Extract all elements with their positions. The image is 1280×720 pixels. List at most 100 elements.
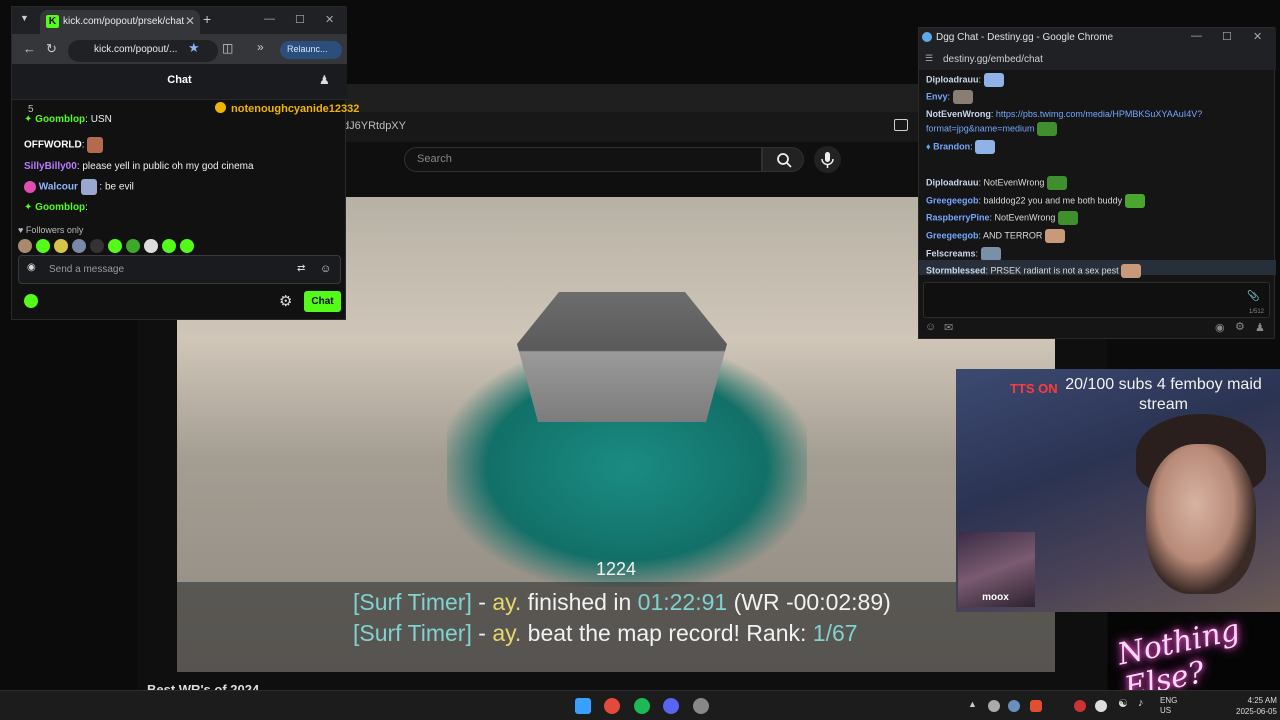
emote-icon[interactable] <box>162 239 176 253</box>
taskbar: ▲ ☯ ♪ ENG US 4:25 AM 2025-06-05 <box>0 690 1280 720</box>
chat-input-placeholder: Send a message <box>49 264 125 275</box>
chat-username[interactable]: OFFWORLD <box>24 140 82 151</box>
chat-message: OFFWORLD: <box>24 137 104 153</box>
emote-icon[interactable] <box>144 239 158 253</box>
dgg-app-icon <box>922 32 932 42</box>
emote-icon[interactable] <box>72 239 86 253</box>
dgg-message: Greegeegob: balddog22 you and me both bu… <box>926 194 1145 208</box>
emote-icon <box>1124 194 1145 208</box>
microphone-icon[interactable]: ☯ <box>1118 697 1128 710</box>
followers-only-notice: ♥ Followers only <box>18 225 84 235</box>
webcam-overlay: TTS ON 20/100 subs 4 femboy maid stream … <box>956 369 1280 612</box>
dgg-username[interactable]: Stormblessed <box>926 265 986 275</box>
search-icon <box>777 153 792 168</box>
tray-chrome-icon[interactable] <box>988 700 1000 712</box>
attach-icon[interactable]: 📎 <box>1247 291 1259 302</box>
dgg-username[interactable]: Greegeegob <box>926 195 979 205</box>
start-icon[interactable] <box>575 698 591 714</box>
extensions-icon[interactable]: ◫ <box>222 41 233 55</box>
emote-icon <box>1121 264 1142 278</box>
dgg-message: Diploadrauu: <box>926 73 1004 87</box>
mic-button[interactable] <box>814 146 841 173</box>
eye-icon[interactable]: ◉ <box>1215 321 1225 334</box>
minimize-icon[interactable]: — <box>264 13 275 25</box>
kick-logo-icon[interactable] <box>24 294 38 308</box>
dgg-message: ♦ Brandon: <box>926 140 996 154</box>
taskbar-clock[interactable]: 4:25 AM 2025-06-05 <box>1236 695 1277 717</box>
emote-icon[interactable] <box>54 239 68 253</box>
gear-icon[interactable]: ⚙ <box>1235 320 1245 333</box>
site-info-icon[interactable]: ☰ <box>925 53 933 64</box>
close-window-icon[interactable]: ✕ <box>325 13 334 26</box>
dgg-message: Diploadrauu: NotEvenWrong <box>926 176 1067 190</box>
chat-username[interactable]: Walcour <box>39 182 78 193</box>
emote-icon <box>1046 176 1067 190</box>
reload-icon[interactable]: ↻ <box>46 41 57 57</box>
chevron-up-icon[interactable]: ▲ <box>968 699 977 709</box>
new-tab-icon[interactable]: + <box>203 11 211 27</box>
speaker-icon[interactable]: ♪ <box>1138 697 1144 709</box>
emote-icon[interactable] <box>108 239 122 253</box>
relaunch-button[interactable]: Relaunc... <box>280 41 342 59</box>
spotify-icon[interactable] <box>634 698 650 714</box>
emoji-icon[interactable]: ☺ <box>925 321 936 333</box>
dgg-username[interactable]: Brandon <box>933 141 970 151</box>
dgg-username[interactable]: Greegeegob <box>926 230 979 240</box>
kick-chat-window: ▼ K kick.com/popout/prsek/chat ✕ + — ☐ ✕… <box>11 6 359 320</box>
emote-icon[interactable] <box>18 239 32 253</box>
obs-icon[interactable] <box>693 698 709 714</box>
back-arrow-icon[interactable]: ← <box>23 41 36 56</box>
chat-username[interactable]: SillyBilly00 <box>24 161 77 172</box>
dgg-message: RaspberryPine: NotEvenWrong <box>926 211 1078 225</box>
video-search-input[interactable]: Search <box>404 147 762 172</box>
dgg-message: Envy: <box>926 90 973 104</box>
dgg-link[interactable]: https://pbs.twimg.com/media/HPMBKSuXYAAu… <box>996 109 1202 119</box>
emote-icon[interactable] <box>90 239 104 253</box>
users-icon[interactable]: ♟ <box>319 73 330 87</box>
tab-search-dropdown-icon[interactable]: ▼ <box>20 13 29 23</box>
maximize-icon[interactable]: ☐ <box>295 13 305 26</box>
dgg-link[interactable]: format=jpg&name=medium <box>926 123 1035 133</box>
discord-icon[interactable] <box>663 698 679 714</box>
dgg-username[interactable]: Diploadrauu <box>926 177 979 187</box>
kick-browser-tab[interactable]: K kick.com/popout/prsek/chat ✕ <box>40 10 200 34</box>
bookmark-star-icon[interactable]: ★ <box>188 40 200 56</box>
minimize-icon[interactable]: — <box>1191 30 1202 42</box>
more-tools-icon[interactable]: » <box>257 40 264 54</box>
maximize-icon[interactable]: ☐ <box>1222 30 1232 43</box>
chat-username[interactable]: Goomblop <box>35 202 85 213</box>
steam-icon[interactable] <box>1008 700 1020 712</box>
close-tab-icon[interactable]: ✕ <box>185 14 195 28</box>
gear-icon[interactable]: ⚙ <box>279 292 292 310</box>
search-button[interactable] <box>762 147 804 172</box>
dgg-username[interactable]: NotEvenWrong <box>926 109 991 119</box>
pinned-gifter-name[interactable]: notenoughcyanide12332 <box>231 103 359 115</box>
users-icon[interactable]: ♟ <box>1255 321 1265 334</box>
dgg-username[interactable]: Diploadrauu <box>926 74 979 84</box>
tray-app-icon[interactable] <box>1074 700 1086 712</box>
close-window-icon[interactable]: ✕ <box>1253 30 1262 43</box>
inset-webcam-label: moox <box>982 592 1009 603</box>
mic-icon <box>821 152 834 168</box>
emote-icon[interactable] <box>180 239 194 253</box>
tts-indicator: TTS ON <box>1010 381 1058 396</box>
dgg-username[interactable]: RaspberryPine <box>926 212 990 222</box>
emote-icon[interactable] <box>36 239 50 253</box>
emote-icon[interactable] <box>126 239 140 253</box>
dgg-username[interactable]: Envy <box>926 91 948 101</box>
dgg-username[interactable]: Felscreams <box>926 248 976 258</box>
emoji-icon[interactable]: ☺ <box>320 263 331 275</box>
chat-username[interactable]: Goomblop <box>35 114 85 125</box>
translate-icon[interactable]: ⇄ <box>297 263 305 274</box>
tray-app-icon[interactable] <box>1095 700 1107 712</box>
chrome-icon[interactable] <box>604 698 620 714</box>
send-chat-button[interactable]: Chat <box>304 291 341 312</box>
brave-icon[interactable] <box>1030 700 1042 712</box>
badge-icon <box>24 181 36 193</box>
emote-icon <box>952 90 973 104</box>
cast-icon[interactable] <box>894 119 908 131</box>
kick-favicon-icon: K <box>46 15 59 28</box>
whispers-icon[interactable]: ✉ <box>944 321 953 334</box>
dgg-chat-input[interactable] <box>923 282 1270 318</box>
language-indicator[interactable]: ENG US <box>1160 696 1177 716</box>
